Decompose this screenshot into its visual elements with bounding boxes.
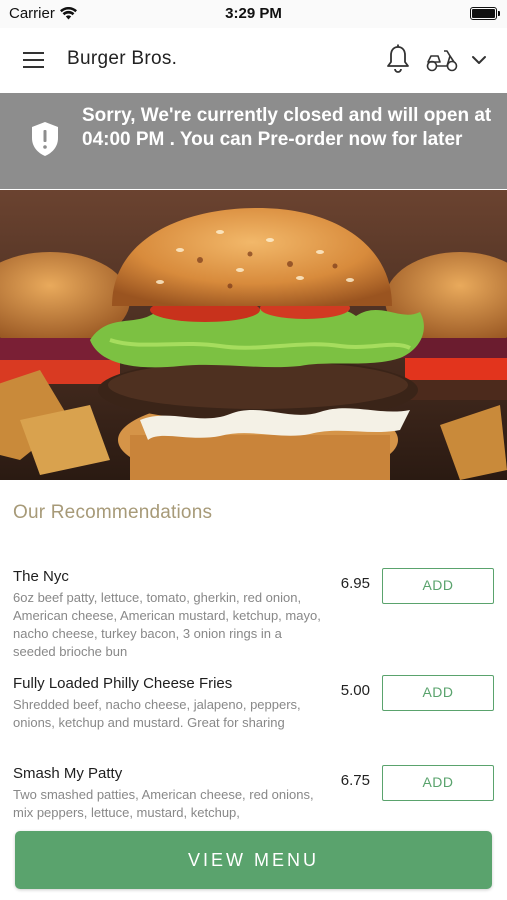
- recommendations-heading: Our Recommendations: [13, 502, 213, 523]
- hamburger-menu-button[interactable]: [20, 48, 48, 72]
- item-name: Fully Loaded Philly Cheese Fries: [13, 675, 233, 692]
- app-header: Burger Bros.: [0, 28, 507, 93]
- hero-burger-image: [0, 190, 507, 480]
- item-price: 5.00: [340, 682, 370, 699]
- item-price: 6.75: [340, 772, 370, 789]
- view-menu-button[interactable]: VIEW MENU: [15, 831, 492, 889]
- item-description: Shredded beef, nacho cheese, jalapeno, p…: [13, 697, 301, 730]
- item-description: Two smashed patties, American cheese, re…: [13, 787, 314, 820]
- item-name: Smash My Patty: [13, 765, 123, 782]
- shield-alert-icon: [32, 122, 58, 156]
- battery-icon: [470, 7, 500, 20]
- item-price: 6.95: [340, 575, 370, 592]
- add-to-cart-button[interactable]: ADD: [382, 675, 494, 711]
- recommendations-list: The Nyc 6oz beef patty, lettuce, tomato,…: [0, 560, 507, 830]
- add-to-cart-button[interactable]: ADD: [382, 765, 494, 801]
- scooter-icon: [426, 50, 458, 72]
- closed-message: Sorry, We're currently closed and will o…: [82, 105, 492, 150]
- restaurant-name: Burger Bros.: [67, 48, 178, 69]
- closed-notice-banner: Sorry, We're currently closed and will o…: [0, 93, 507, 189]
- hamburger-menu-icon: [23, 52, 44, 68]
- chevron-down-icon: [472, 56, 486, 64]
- clock: 3:29 PM: [225, 5, 282, 22]
- add-to-cart-button[interactable]: ADD: [382, 568, 494, 604]
- status-bar: Carrier 3:29 PM: [0, 0, 507, 28]
- item-description: 6oz beef patty, lettuce, tomato, gherkin…: [13, 590, 321, 659]
- dropdown-toggle-button[interactable]: [468, 50, 490, 70]
- item-name: The Nyc: [13, 568, 69, 585]
- bell-icon: [387, 44, 409, 73]
- delivery-mode-button[interactable]: [425, 47, 459, 73]
- notifications-button[interactable]: [384, 43, 412, 75]
